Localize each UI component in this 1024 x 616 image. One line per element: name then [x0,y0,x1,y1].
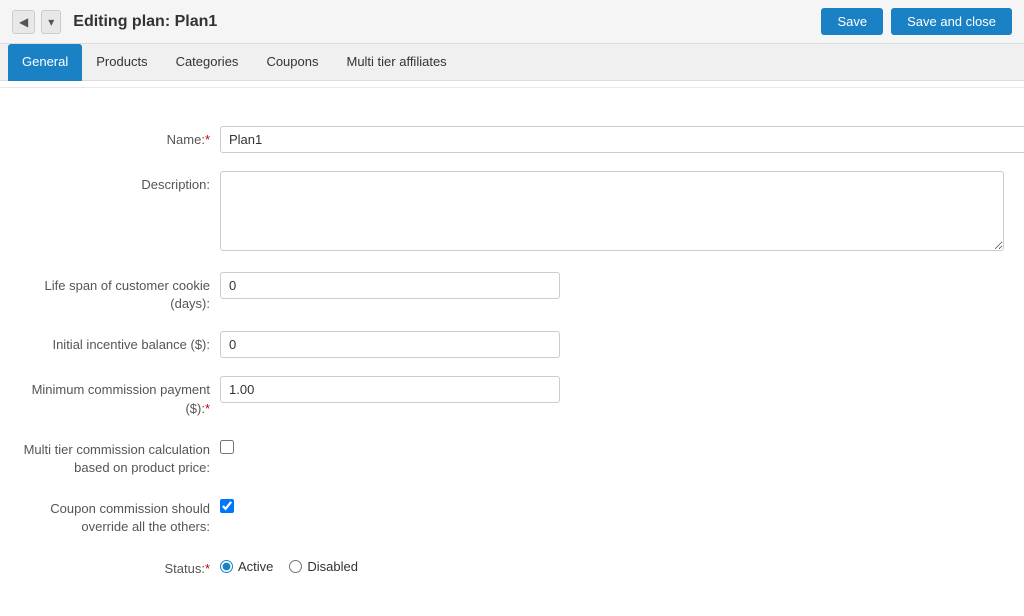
save-close-button[interactable]: Save and close [891,8,1012,35]
name-control [220,126,1024,153]
coupon-control [220,495,1004,516]
tab-products[interactable]: Products [82,44,161,81]
incentive-row: Initial incentive balance ($): [0,331,1024,358]
lifespan-label: Life span of customer cookie (days): [20,272,220,313]
multi-tier-label: Multi tier commission calculation based … [20,436,220,477]
header-actions: Save Save and close [821,8,1012,35]
status-row: Status:* Active Disabled [0,555,1024,578]
page-title: Editing plan: Plan1 [73,13,217,31]
tab-categories[interactable]: Categories [162,44,253,81]
incentive-label: Initial incentive balance ($): [20,331,220,354]
back-button[interactable]: ◀ [12,10,35,34]
lifespan-input[interactable] [220,272,560,299]
status-active-radio[interactable] [220,560,233,573]
description-label: Description: [20,171,220,194]
description-row: Description: [0,171,1024,254]
status-control: Active Disabled [220,555,1004,574]
name-input[interactable] [220,126,1024,153]
incentive-input[interactable] [220,331,560,358]
description-control [220,171,1004,254]
coupon-row: Coupon commission should override all th… [0,495,1024,536]
status-active-label: Active [238,559,273,574]
coupon-label: Coupon commission should override all th… [20,495,220,536]
status-active-option[interactable]: Active [220,559,273,574]
tab-multi-tier-affiliates[interactable]: Multi tier affiliates [332,44,460,81]
min-commission-control [220,376,1004,403]
form-content: Name:* Description: Life span of custome… [0,106,1024,616]
coupon-checkbox[interactable] [220,499,234,513]
header-bar: ◀ ▾ Editing plan: Plan1 Save Save and cl… [0,0,1024,44]
save-button[interactable]: Save [821,8,883,35]
tab-general[interactable]: General [8,44,82,81]
status-label: Status:* [20,555,220,578]
status-disabled-option[interactable]: Disabled [289,559,358,574]
multi-tier-checkbox[interactable] [220,440,234,454]
status-disabled-label: Disabled [307,559,358,574]
lifespan-row: Life span of customer cookie (days): [0,272,1024,313]
back-icon: ◀ [19,15,28,29]
name-label: Name:* [20,126,220,149]
dropdown-nav-button[interactable]: ▾ [41,10,61,34]
tab-coupons[interactable]: Coupons [252,44,332,81]
multi-tier-control [220,436,1004,457]
dropdown-icon: ▾ [48,15,54,29]
header-left: ◀ ▾ Editing plan: Plan1 [12,10,217,34]
description-textarea[interactable] [220,171,1004,251]
status-options: Active Disabled [220,559,1004,574]
incentive-control [220,331,1004,358]
min-commission-input[interactable] [220,376,560,403]
tab-bar: General Products Categories Coupons Mult… [0,44,1024,81]
min-commission-row: Minimum commission payment ($):* [0,376,1024,417]
multi-tier-row: Multi tier commission calculation based … [0,436,1024,477]
name-row: Name:* [0,126,1024,153]
status-disabled-radio[interactable] [289,560,302,573]
min-commission-label: Minimum commission payment ($):* [20,376,220,417]
lifespan-control [220,272,1004,299]
